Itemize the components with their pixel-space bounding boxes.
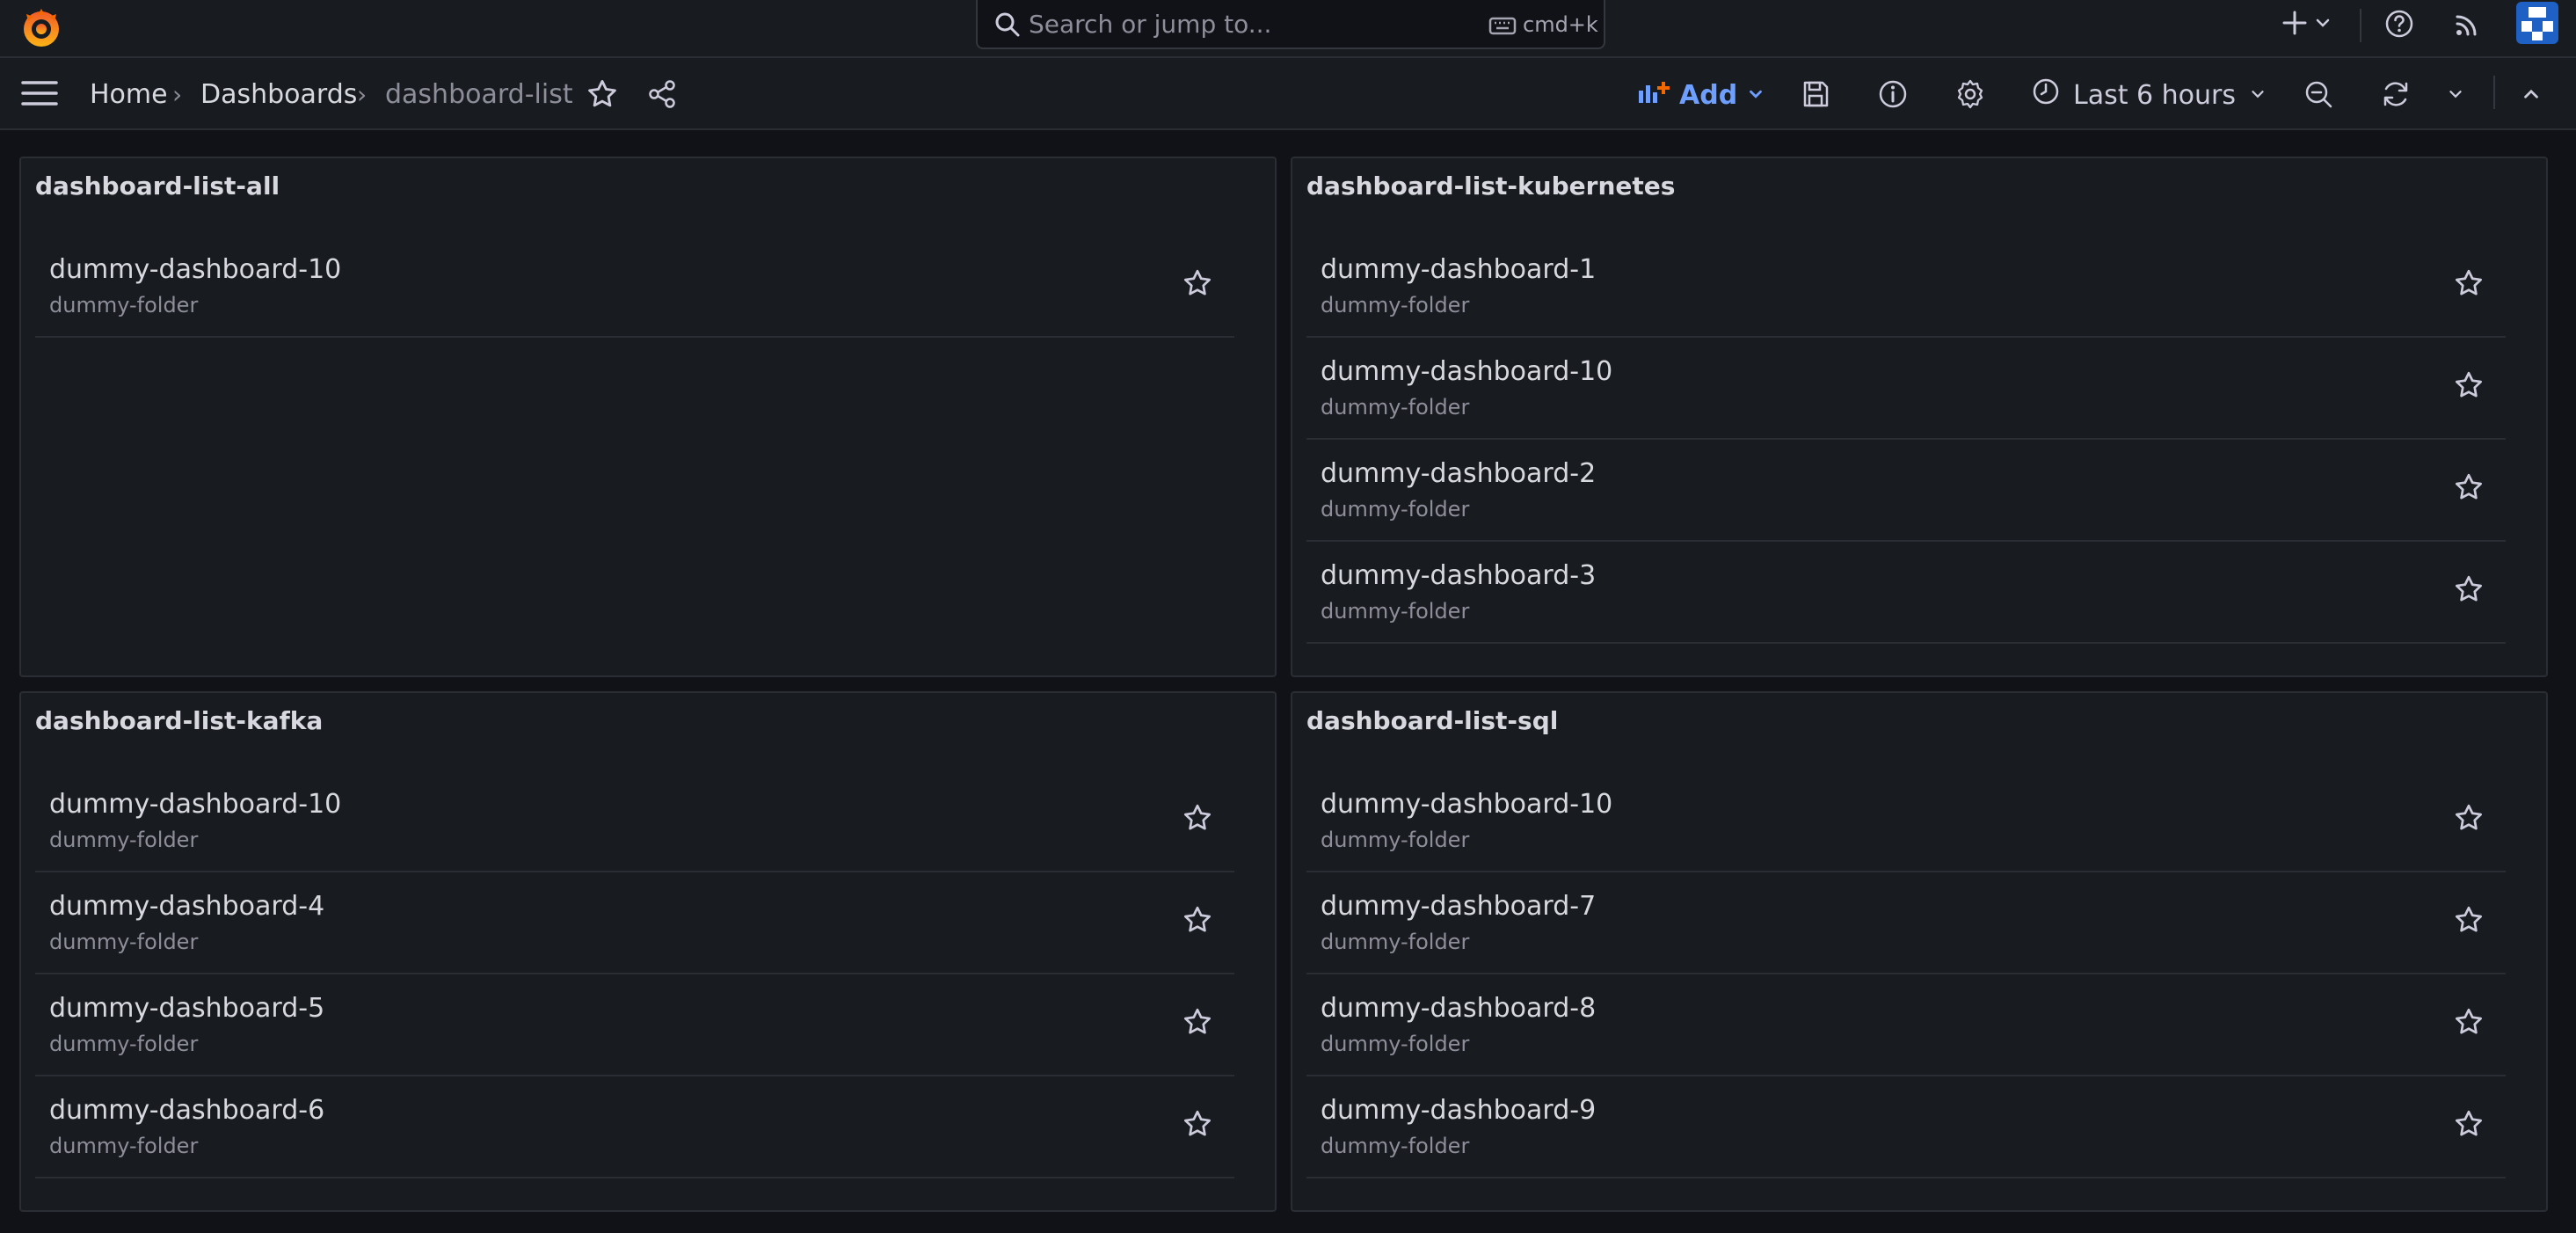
- panel-title[interactable]: dashboard-list-all: [35, 171, 280, 202]
- clock-icon: [2031, 77, 2061, 113]
- star-icon[interactable]: [2453, 267, 2485, 299]
- dashboard-list-item[interactable]: dummy-dashboard-10 dummy-folder: [1306, 770, 2506, 872]
- search-bar[interactable]: Search or jump to... cmd+k: [976, 0, 1605, 49]
- share-icon[interactable]: [645, 77, 679, 111]
- panel-title[interactable]: dashboard-list-sql: [1306, 705, 1558, 737]
- dashboard-folder-label: dummy-folder: [1321, 293, 1470, 317]
- divider: [2493, 76, 2495, 109]
- dashboard-list-panel: dashboard-list-kubernetes dummy-dashboard…: [1291, 157, 2548, 677]
- star-icon[interactable]: [2453, 1108, 2485, 1140]
- dashboard-link[interactable]: dummy-dashboard-10: [1321, 788, 1612, 821]
- dashboard-list-item[interactable]: dummy-dashboard-8 dummy-folder: [1306, 974, 2506, 1076]
- dashboard-link[interactable]: dummy-dashboard-7: [1321, 890, 1596, 923]
- search-icon: [992, 9, 1023, 40]
- panel-title[interactable]: dashboard-list-kubernetes: [1306, 171, 1675, 202]
- dashboard-folder-label: dummy-folder: [1321, 1032, 1470, 1056]
- dashboard-list-item[interactable]: dummy-dashboard-10 dummy-folder: [35, 236, 1234, 338]
- breadcrumb-separator-icon: ›: [172, 80, 183, 109]
- dashboard-folder-label: dummy-folder: [1321, 497, 1470, 522]
- help-icon[interactable]: [2383, 7, 2416, 40]
- star-icon[interactable]: [2453, 802, 2485, 834]
- divider: [2360, 9, 2361, 42]
- settings-gear-icon[interactable]: [1954, 77, 1987, 111]
- dashboard-link[interactable]: dummy-dashboard-9: [1321, 1094, 1596, 1127]
- search-shortcut: cmd+k: [1523, 12, 1598, 37]
- dashboard-list-item[interactable]: dummy-dashboard-10 dummy-folder: [1306, 338, 2506, 440]
- nav-bar: Home › Dashboards › dashboard-list Add L…: [0, 58, 2576, 130]
- grafana-logo-icon[interactable]: [18, 4, 65, 51]
- dashboard-folder-label: dummy-folder: [1321, 930, 1470, 954]
- star-icon[interactable]: [2453, 573, 2485, 605]
- dashboard-link[interactable]: dummy-dashboard-5: [49, 992, 324, 1025]
- dashboard-link[interactable]: dummy-dashboard-10: [1321, 355, 1612, 389]
- breadcrumb-home[interactable]: Home: [90, 77, 168, 113]
- add-button-label: Add: [1679, 79, 1738, 111]
- star-icon[interactable]: [2453, 1006, 2485, 1038]
- info-icon[interactable]: [1876, 77, 1910, 111]
- dashboard-list-panel: dashboard-list-sql dummy-dashboard-10 dumm…: [1291, 691, 2548, 1212]
- time-range-picker[interactable]: Last 6 hours: [2031, 74, 2267, 116]
- dashboard-folder-label: dummy-folder: [1321, 599, 1470, 624]
- search-placeholder: Search or jump to...: [1029, 10, 1272, 39]
- star-icon[interactable]: [1182, 1006, 1213, 1038]
- time-range-label: Last 6 hours: [2073, 79, 2236, 111]
- dashboard-list-item[interactable]: dummy-dashboard-6 dummy-folder: [35, 1076, 1234, 1178]
- panel-title[interactable]: dashboard-list-kafka: [35, 705, 323, 737]
- user-avatar[interactable]: [2516, 2, 2558, 44]
- breadcrumb-current: dashboard-list: [385, 79, 573, 110]
- dashboard-link[interactable]: dummy-dashboard-10: [49, 253, 341, 287]
- dashboard-list-item[interactable]: dummy-dashboard-4 dummy-folder: [35, 872, 1234, 974]
- menu-hamburger-icon[interactable]: [21, 77, 58, 109]
- dashboard-list-panel: dashboard-list-kafka dummy-dashboard-10 du…: [19, 691, 1277, 1212]
- dashboard-list-item[interactable]: dummy-dashboard-5 dummy-folder: [35, 974, 1234, 1076]
- zoom-out-icon[interactable]: [2302, 77, 2335, 111]
- dashboard-folder-label: dummy-folder: [1321, 828, 1470, 852]
- dashboard-folder-label: dummy-folder: [49, 828, 199, 852]
- star-icon[interactable]: [2453, 471, 2485, 503]
- top-bar: Search or jump to... cmd+k: [0, 0, 2576, 58]
- refresh-interval-chevron-down-icon[interactable]: [2446, 84, 2465, 104]
- chevron-down-icon: [2248, 80, 2267, 111]
- dashboard-link[interactable]: dummy-dashboard-8: [1321, 992, 1596, 1025]
- dashboard-link[interactable]: dummy-dashboard-6: [49, 1094, 324, 1127]
- dashboard-folder-label: dummy-folder: [1321, 1134, 1470, 1158]
- collapse-chevron-up-icon[interactable]: [2520, 83, 2543, 106]
- star-icon[interactable]: [1182, 904, 1213, 936]
- star-icon[interactable]: [1182, 267, 1213, 299]
- keyboard-icon: [1488, 11, 1517, 40]
- dashboard-folder-label: dummy-folder: [49, 293, 199, 317]
- dashboard-list-item[interactable]: dummy-dashboard-3 dummy-folder: [1306, 542, 2506, 644]
- new-plus-icon[interactable]: [2279, 7, 2310, 39]
- star-icon[interactable]: [1182, 1108, 1213, 1140]
- dashboard-folder-label: dummy-folder: [1321, 395, 1470, 420]
- dashboard-folder-label: dummy-folder: [49, 1032, 199, 1056]
- chevron-down-icon[interactable]: [2312, 12, 2333, 33]
- breadcrumb-dashboards[interactable]: Dashboards: [200, 77, 357, 113]
- dashboard-list-item[interactable]: dummy-dashboard-1 dummy-folder: [1306, 236, 2506, 338]
- add-button[interactable]: Add: [1637, 74, 1765, 116]
- dashboard-link[interactable]: dummy-dashboard-10: [49, 788, 341, 821]
- breadcrumb-separator-icon: ›: [357, 80, 367, 109]
- add-panel-icon: [1637, 78, 1670, 112]
- chevron-down-icon: [1746, 80, 1765, 111]
- dashboard-list-item[interactable]: dummy-dashboard-7 dummy-folder: [1306, 872, 2506, 974]
- favorite-star-icon[interactable]: [586, 77, 619, 111]
- star-icon[interactable]: [2453, 904, 2485, 936]
- dashboard-folder-label: dummy-folder: [49, 930, 199, 954]
- star-icon[interactable]: [1182, 802, 1213, 834]
- save-icon[interactable]: [1799, 77, 1832, 111]
- dashboard-list-panel: dashboard-list-all dummy-dashboard-10 dumm…: [19, 157, 1277, 677]
- news-feed-icon[interactable]: [2451, 7, 2485, 40]
- star-icon[interactable]: [2453, 369, 2485, 401]
- dashboard-link[interactable]: dummy-dashboard-3: [1321, 559, 1596, 593]
- dashboard-list-item[interactable]: dummy-dashboard-10 dummy-folder: [35, 770, 1234, 872]
- dashboard-link[interactable]: dummy-dashboard-4: [49, 890, 324, 923]
- dashboard-list-item[interactable]: dummy-dashboard-9 dummy-folder: [1306, 1076, 2506, 1178]
- dashboard-link[interactable]: dummy-dashboard-2: [1321, 457, 1596, 491]
- dashboard-folder-label: dummy-folder: [49, 1134, 199, 1158]
- refresh-icon[interactable]: [2379, 77, 2412, 111]
- dashboard-link[interactable]: dummy-dashboard-1: [1321, 253, 1596, 287]
- dashboard-list-item[interactable]: dummy-dashboard-2 dummy-folder: [1306, 440, 2506, 542]
